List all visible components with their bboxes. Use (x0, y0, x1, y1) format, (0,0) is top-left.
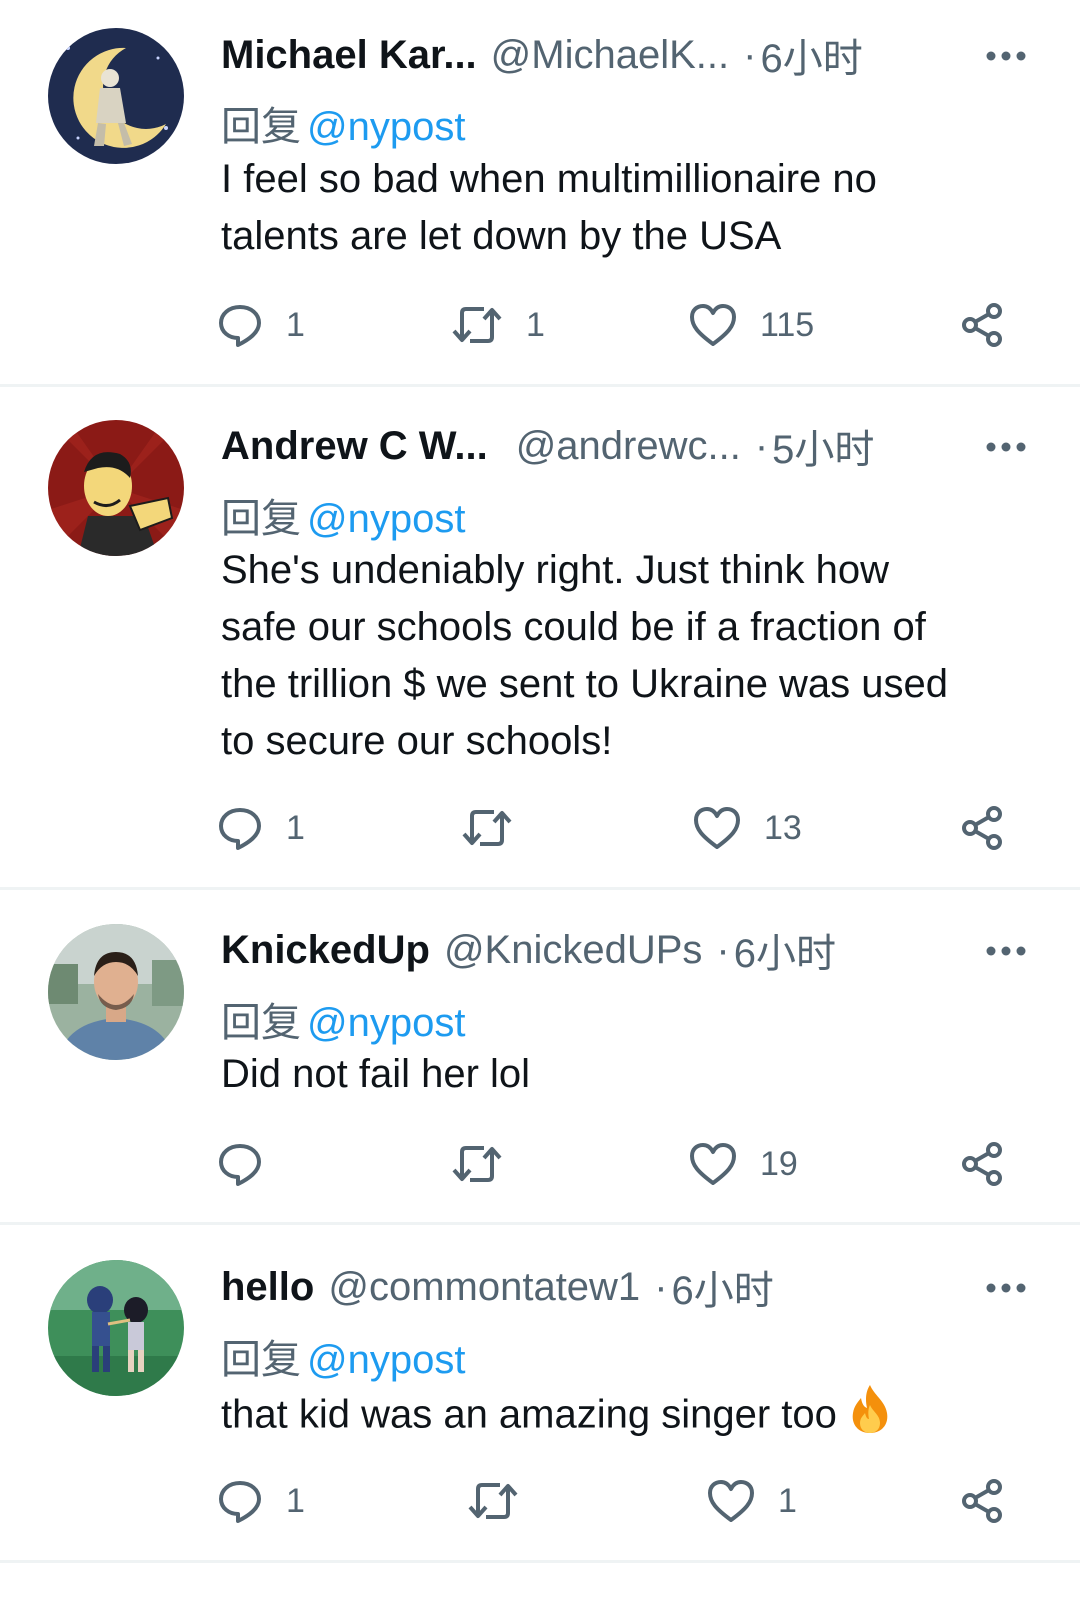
like-count: 115 (760, 305, 815, 344)
heart-icon (690, 304, 736, 346)
tweet-text: I feel so bad when multimillionaire no t… (221, 151, 1041, 265)
tweet-text-line: She's undeniably right. Just think how (221, 548, 890, 592)
reply-prefix: 回复 (221, 1001, 301, 1045)
tweet-text-line: Did not fail her lol (221, 1052, 531, 1096)
fire-emoji-icon (845, 1383, 895, 1451)
like-count: 1 (778, 1481, 797, 1520)
retweet-button[interactable]: 1 (450, 299, 545, 351)
mention-link[interactable]: @nypost (307, 105, 465, 149)
mention-link[interactable]: @nypost (307, 497, 465, 541)
share-icon (962, 1142, 1002, 1186)
avatar-knickedup[interactable] (48, 924, 184, 1060)
retweet-count: 1 (526, 305, 545, 344)
user-handle[interactable]: @andrewc... (516, 424, 741, 469)
reply-button[interactable]: 1 (216, 1475, 305, 1527)
share-icon (962, 806, 1002, 850)
retweet-icon (452, 1146, 502, 1182)
timestamp[interactable]: 6小时 (760, 26, 862, 84)
like-button[interactable]: 13 (692, 802, 802, 854)
more-dots-icon[interactable] (984, 929, 1028, 973)
retweet-button[interactable] (450, 1138, 504, 1190)
heart-icon (694, 807, 740, 849)
replying-to: 回复 @nypost (221, 990, 465, 1048)
separator-dot: · (654, 1264, 668, 1309)
more-dots-icon[interactable] (984, 1266, 1028, 1310)
comment-bubble-icon (219, 808, 261, 850)
reply-button[interactable]: 1 (216, 802, 305, 854)
share-button[interactable] (960, 1475, 1006, 1527)
retweet-icon (468, 1483, 518, 1519)
reply-button[interactable]: 1 (216, 299, 305, 351)
avatar-michael[interactable] (48, 28, 184, 164)
tweet-text-line: that kid was an amazing singer too (221, 1383, 1041, 1451)
comment-bubble-icon (219, 305, 261, 347)
reply-count: 1 (286, 305, 305, 344)
share-icon (962, 303, 1002, 347)
display-name[interactable]: hello (221, 1265, 314, 1310)
retweet-button[interactable] (466, 1475, 520, 1527)
timestamp[interactable]: 6小时 (672, 1258, 774, 1316)
avatar-andrew[interactable] (48, 420, 184, 556)
share-button[interactable] (960, 1138, 1006, 1190)
tweet-text-line: to secure our schools! (221, 719, 613, 763)
retweet-icon (462, 810, 512, 846)
separator-dot: · (716, 927, 730, 972)
separator-dot: · (743, 32, 757, 77)
share-button[interactable] (960, 299, 1006, 351)
comment-bubble-icon (219, 1144, 261, 1186)
user-handle[interactable]: @KnickedUPs (444, 928, 702, 973)
tweet-text-line: talents are let down by the USA (221, 214, 782, 258)
user-handle[interactable]: @commontatew1 (328, 1265, 640, 1310)
like-button[interactable]: 1 (706, 1475, 797, 1527)
tweet-text-line: safe our schools could be if a fraction … (221, 605, 926, 649)
heart-icon (708, 1480, 754, 1522)
mention-link[interactable]: @nypost (307, 1338, 465, 1382)
more-dots-icon[interactable] (984, 425, 1028, 469)
reply-button[interactable] (216, 1138, 264, 1190)
display-name[interactable]: Michael Kar... (221, 33, 477, 78)
share-button[interactable] (960, 802, 1006, 854)
replying-to: 回复 @nypost (221, 94, 465, 152)
comment-bubble-icon (219, 1481, 261, 1523)
reply-count: 1 (286, 1481, 305, 1520)
tweet-header: Michael Kar... @MichaelK... · 6小时 (221, 27, 863, 83)
divider (0, 887, 1080, 890)
reply-prefix: 回复 (221, 497, 301, 541)
tweet-text: She's undeniably right. Just think how s… (221, 542, 1041, 770)
display-name[interactable]: Andrew C W... (221, 424, 488, 469)
like-count: 19 (760, 1144, 798, 1183)
tweet-text: Did not fail her lol (221, 1046, 1041, 1103)
tweet-header: Andrew C W... @andrewc... · 5小时 (221, 418, 874, 474)
tweet-text-line: that kid was an amazing singer too (221, 1392, 837, 1437)
like-button[interactable]: 19 (688, 1138, 798, 1190)
reply-prefix: 回复 (221, 105, 301, 149)
replying-to: 回复 @nypost (221, 486, 465, 544)
reply-count: 1 (286, 808, 305, 847)
timestamp[interactable]: 6小时 (734, 921, 836, 979)
tweet-text-line: I feel so bad when multimillionaire no (221, 157, 877, 201)
divider (0, 1560, 1080, 1563)
divider (0, 1222, 1080, 1225)
mention-link[interactable]: @nypost (307, 1001, 465, 1045)
avatar-hello[interactable] (48, 1260, 184, 1396)
retweet-icon (452, 307, 502, 343)
replying-to: 回复 @nypost (221, 1327, 465, 1385)
divider (0, 384, 1080, 387)
reply-prefix: 回复 (221, 1338, 301, 1382)
tweet-text: that kid was an amazing singer too (221, 1383, 1041, 1451)
display-name[interactable]: KnickedUp (221, 928, 430, 973)
separator-dot: · (754, 423, 769, 468)
tweet-text-line: the trillion $ we sent to Ukraine was us… (221, 662, 949, 706)
tweet-header: KnickedUp @KnickedUPs · 6小时 (221, 922, 836, 978)
retweet-button[interactable] (460, 802, 514, 854)
like-count: 13 (764, 808, 802, 847)
tweet-header: hello @commontatew1 · 6小时 (221, 1259, 774, 1315)
timestamp[interactable]: 5小时 (772, 417, 874, 475)
user-handle[interactable]: @MichaelK... (491, 33, 729, 78)
like-button[interactable]: 115 (688, 299, 814, 351)
more-dots-icon[interactable] (984, 34, 1028, 78)
share-icon (962, 1479, 1002, 1523)
heart-icon (690, 1143, 736, 1185)
